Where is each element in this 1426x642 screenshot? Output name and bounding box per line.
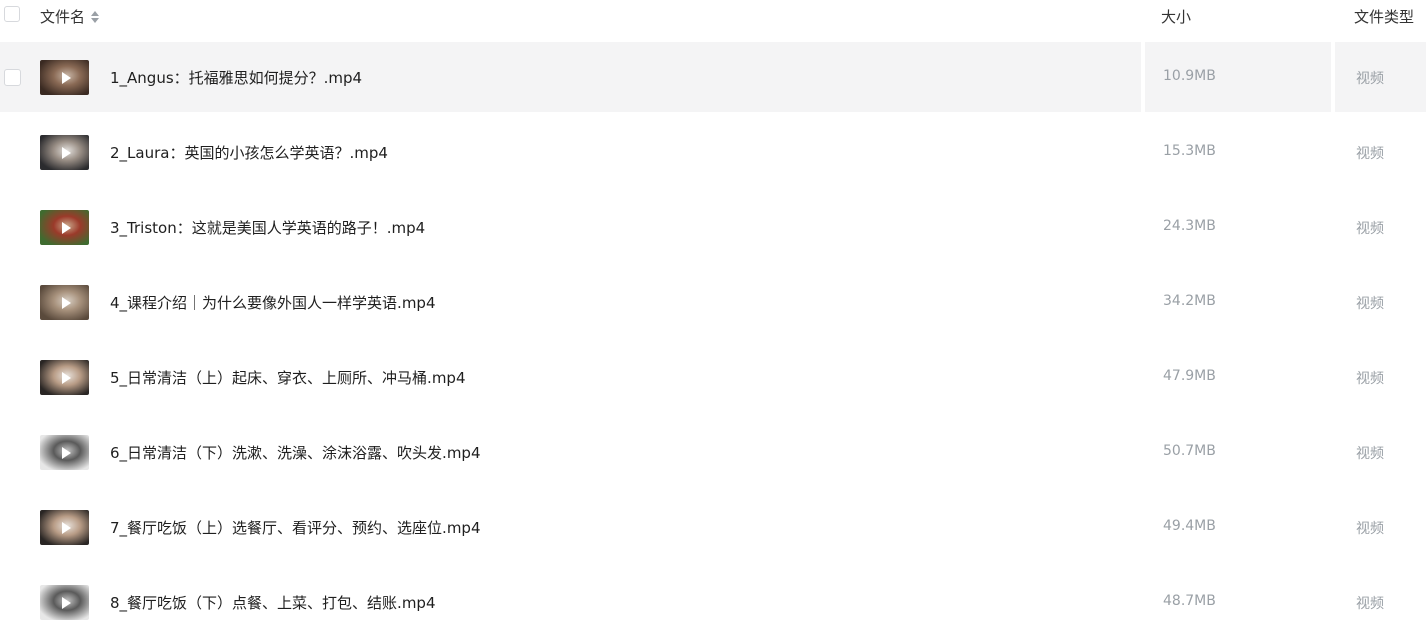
column-header-size[interactable]: 大小 bbox=[1161, 6, 1191, 27]
file-name[interactable]: 1_Angus：托福雅思如何提分？.mp4 bbox=[110, 67, 362, 88]
file-name[interactable]: 8_餐厅吃饭（下）点餐、上菜、打包、结账.mp4 bbox=[110, 592, 436, 613]
file-row[interactable]: 8_餐厅吃饭（下）点餐、上菜、打包、结账.mp4 48.7MB 视频 bbox=[0, 567, 1426, 642]
file-list: 1_Angus：托福雅思如何提分？.mp4 10.9MB 视频 2_Laura：… bbox=[0, 42, 1426, 642]
file-row[interactable]: 7_餐厅吃饭（上）选餐厅、看评分、预约、选座位.mp4 49.4MB 视频 bbox=[0, 492, 1426, 567]
play-icon bbox=[61, 71, 71, 84]
column-name-label: 文件名 bbox=[40, 8, 86, 26]
file-list-header: 文件名 大小 文件类型 bbox=[0, 0, 1426, 40]
file-type: 视频 bbox=[1356, 71, 1384, 87]
video-thumbnail[interactable] bbox=[40, 360, 89, 395]
play-icon bbox=[61, 371, 71, 384]
file-size: 10.9MB bbox=[1163, 68, 1216, 84]
file-type: 视频 bbox=[1356, 296, 1384, 312]
column-header-type[interactable]: 文件类型 bbox=[1354, 6, 1414, 27]
file-type: 视频 bbox=[1356, 221, 1384, 237]
play-icon bbox=[61, 596, 71, 609]
file-row[interactable]: 2_Laura：英国的小孩怎么学英语？.mp4 15.3MB 视频 bbox=[0, 117, 1426, 192]
file-row[interactable]: 4_课程介绍｜为什么要像外国人一样学英语.mp4 34.2MB 视频 bbox=[0, 267, 1426, 342]
file-size: 15.3MB bbox=[1163, 143, 1216, 159]
play-icon bbox=[61, 521, 71, 534]
file-size: 47.9MB bbox=[1163, 368, 1216, 384]
file-size: 48.7MB bbox=[1163, 593, 1216, 609]
sort-icon[interactable] bbox=[91, 10, 100, 24]
column-header-name[interactable]: 文件名 bbox=[40, 6, 100, 27]
file-size: 49.4MB bbox=[1163, 518, 1216, 534]
video-thumbnail[interactable] bbox=[40, 60, 89, 95]
select-all-checkbox[interactable] bbox=[4, 6, 20, 22]
play-icon bbox=[61, 446, 71, 459]
file-name[interactable]: 6_日常清洁（下）洗漱、洗澡、涂沫浴露、吹头发.mp4 bbox=[110, 442, 481, 463]
file-name[interactable]: 5_日常清洁（上）起床、穿衣、上厕所、冲马桶.mp4 bbox=[110, 367, 466, 388]
video-thumbnail[interactable] bbox=[40, 435, 89, 470]
video-thumbnail[interactable] bbox=[40, 585, 89, 620]
play-icon bbox=[61, 296, 71, 309]
video-thumbnail[interactable] bbox=[40, 210, 89, 245]
file-row[interactable]: 5_日常清洁（上）起床、穿衣、上厕所、冲马桶.mp4 47.9MB 视频 bbox=[0, 342, 1426, 417]
file-name[interactable]: 2_Laura：英国的小孩怎么学英语？.mp4 bbox=[110, 142, 388, 163]
file-name[interactable]: 3_Triston：这就是美国人学英语的路子！.mp4 bbox=[110, 217, 425, 238]
file-name[interactable]: 4_课程介绍｜为什么要像外国人一样学英语.mp4 bbox=[110, 292, 436, 313]
file-name[interactable]: 7_餐厅吃饭（上）选餐厅、看评分、预约、选座位.mp4 bbox=[110, 517, 481, 538]
video-thumbnail[interactable] bbox=[40, 135, 89, 170]
file-type: 视频 bbox=[1356, 596, 1384, 612]
video-thumbnail[interactable] bbox=[40, 285, 89, 320]
file-row[interactable]: 3_Triston：这就是美国人学英语的路子！.mp4 24.3MB 视频 bbox=[0, 192, 1426, 267]
file-row[interactable]: 6_日常清洁（下）洗漱、洗澡、涂沫浴露、吹头发.mp4 50.7MB 视频 bbox=[0, 417, 1426, 492]
file-size: 24.3MB bbox=[1163, 218, 1216, 234]
file-size: 50.7MB bbox=[1163, 443, 1216, 459]
file-size: 34.2MB bbox=[1163, 293, 1216, 309]
file-type: 视频 bbox=[1356, 371, 1384, 387]
file-type: 视频 bbox=[1356, 146, 1384, 162]
play-icon bbox=[61, 221, 71, 234]
file-type: 视频 bbox=[1356, 521, 1384, 537]
play-icon bbox=[61, 146, 71, 159]
video-thumbnail[interactable] bbox=[40, 510, 89, 545]
row-checkbox[interactable] bbox=[4, 69, 21, 86]
file-type: 视频 bbox=[1356, 446, 1384, 462]
file-row[interactable]: 1_Angus：托福雅思如何提分？.mp4 10.9MB 视频 bbox=[0, 42, 1426, 117]
